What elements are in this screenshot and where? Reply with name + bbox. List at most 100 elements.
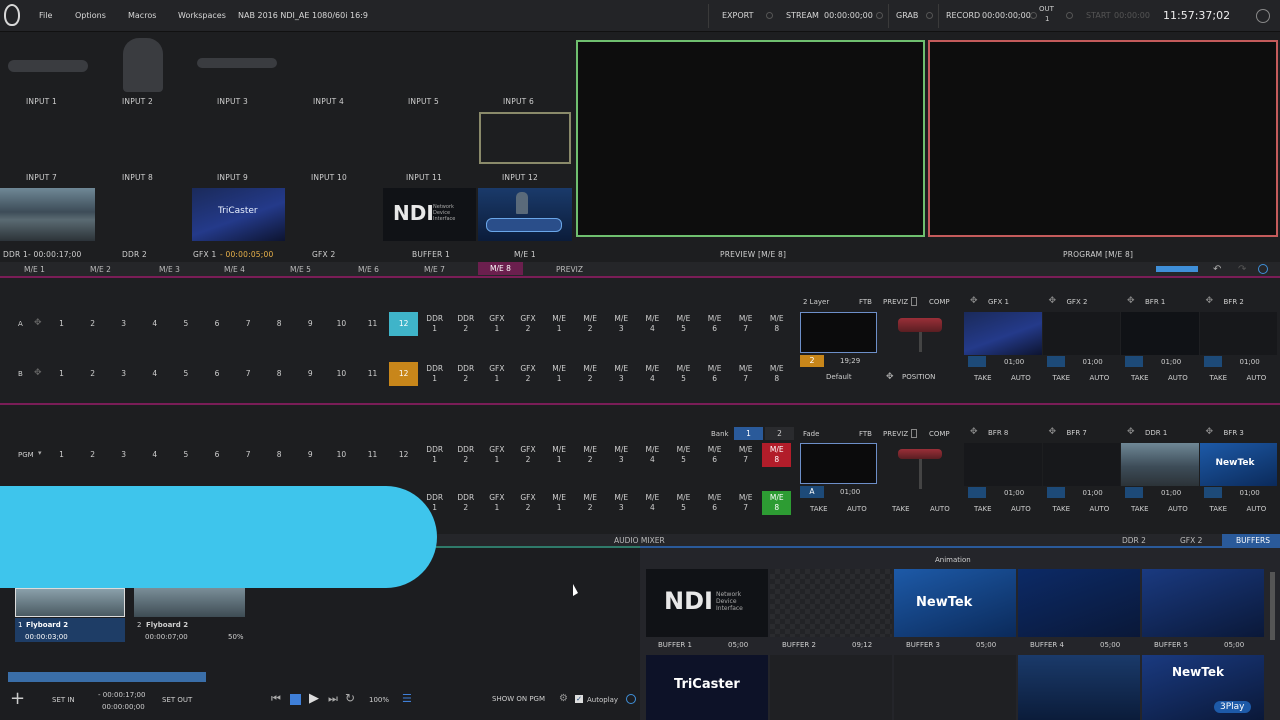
- program-row-source-1-button[interactable]: DDR 2: [451, 443, 480, 467]
- me-dsk-1-label[interactable]: GFX 2: [1067, 298, 1088, 306]
- main-dsk-1-thumbnail[interactable]: [1042, 443, 1120, 486]
- main-dsk-2-thumbnail[interactable]: [1121, 443, 1199, 486]
- main-dsk-1-label[interactable]: BFR 7: [1067, 429, 1087, 437]
- main-take-button[interactable]: TAKE: [810, 505, 828, 513]
- input-2-thumbnail[interactable]: [99, 36, 189, 94]
- position-button[interactable]: POSITION: [902, 373, 935, 381]
- main-dsk-1-position-icon[interactable]: ✥: [1049, 427, 1057, 437]
- main-dsk-3-label[interactable]: BFR 3: [1224, 429, 1244, 437]
- gfx1-thumbnail[interactable]: TriCaster: [192, 188, 285, 241]
- row-a-input-8-button[interactable]: 8: [265, 312, 294, 336]
- bank-2-button[interactable]: 2: [765, 427, 794, 440]
- program-row-input-11-button[interactable]: 11: [358, 443, 387, 467]
- row-b-source-9-button[interactable]: M/E 6: [700, 362, 729, 386]
- preview-row-source-2-button[interactable]: GFX 1: [482, 491, 511, 515]
- tab-me7[interactable]: M/E 7: [424, 265, 445, 274]
- autoplay-checkbox[interactable]: ✓: [575, 695, 583, 703]
- row-b-input-11-button[interactable]: 11: [358, 362, 387, 386]
- playlist-icon[interactable]: ☰: [402, 692, 412, 705]
- me-dsk-0-a-button[interactable]: [968, 356, 986, 367]
- preview-row-source-10-button[interactable]: M/E 7: [731, 491, 760, 515]
- program-row-source-2-button[interactable]: GFX 1: [482, 443, 511, 467]
- buffer1-thumbnail[interactable]: NDI Network Device Interface: [383, 188, 476, 241]
- preview-row-source-4-button[interactable]: M/E 1: [545, 491, 574, 515]
- transition-type[interactable]: Fade: [803, 430, 819, 438]
- tab-buffers[interactable]: BUFFERS: [1222, 534, 1280, 547]
- row-b-source-4-button[interactable]: M/E 1: [545, 362, 574, 386]
- program-row-source-4-button[interactable]: M/E 1: [545, 443, 574, 467]
- position-icon[interactable]: ✥: [886, 372, 894, 382]
- show-on-pgm-button[interactable]: SHOW ON PGM: [492, 695, 545, 703]
- buffer-4-thumbnail[interactable]: [1018, 569, 1140, 637]
- row-a-input-3-button[interactable]: 3: [109, 312, 138, 336]
- row-b-input-2-button[interactable]: 2: [78, 362, 107, 386]
- main-previz-button[interactable]: PREVIZ: [883, 430, 908, 438]
- tab-me8[interactable]: M/E 8: [478, 262, 523, 275]
- transition-preview[interactable]: [800, 312, 877, 353]
- row-b-source-2-button[interactable]: GFX 1: [482, 362, 511, 386]
- row-a-input-9-button[interactable]: 9: [296, 312, 325, 336]
- program-row-input-12-button[interactable]: 12: [389, 443, 418, 467]
- me-dsk-2-a-button[interactable]: [1125, 356, 1143, 367]
- clip-1-thumbnail[interactable]: [15, 588, 125, 617]
- main-dsk-2-auto-button[interactable]: AUTO: [1168, 505, 1188, 513]
- globe-icon[interactable]: [1256, 9, 1270, 23]
- tricaster-logo[interactable]: [4, 4, 20, 26]
- row-b-input-9-button[interactable]: 9: [296, 362, 325, 386]
- preview-row-source-9-button[interactable]: M/E 6: [700, 491, 729, 515]
- row-a-input-6-button[interactable]: 6: [203, 312, 232, 336]
- me-dsk-3-take-button[interactable]: TAKE: [1210, 374, 1228, 382]
- me-dsk-1-position-icon[interactable]: ✥: [1049, 296, 1057, 306]
- set-out-button[interactable]: SET OUT: [162, 696, 192, 704]
- preview-row-source-1-button[interactable]: DDR 2: [451, 491, 480, 515]
- row-b-input-7-button[interactable]: 7: [234, 362, 263, 386]
- main-dsk-0-thumbnail[interactable]: [964, 443, 1042, 486]
- record-settings-icon[interactable]: [1030, 12, 1037, 19]
- t-bar-slider[interactable]: [898, 318, 942, 332]
- row-b-input-12-button[interactable]: 12: [389, 362, 419, 386]
- program-row-input-4-button[interactable]: 4: [140, 443, 169, 467]
- main-ftb-button[interactable]: FTB: [859, 430, 872, 438]
- bank-1-button[interactable]: 1: [734, 427, 763, 440]
- row-a-source-9-button[interactable]: M/E 6: [700, 312, 729, 336]
- program-row-input-2-button[interactable]: 2: [78, 443, 107, 467]
- tab-audio-mixer[interactable]: AUDIO MIXER: [614, 536, 665, 545]
- main-comp-button[interactable]: COMP: [929, 430, 950, 438]
- preview-row-source-8-button[interactable]: M/E 5: [669, 491, 698, 515]
- main-dsk-0-position-icon[interactable]: ✥: [970, 427, 978, 437]
- stream-button[interactable]: STREAM: [786, 11, 819, 20]
- program-row-input-7-button[interactable]: 7: [234, 443, 263, 467]
- me-dsk-2-position-icon[interactable]: ✥: [1127, 296, 1135, 306]
- stop-icon[interactable]: [290, 694, 301, 705]
- row-a-source-5-button[interactable]: M/E 2: [576, 312, 605, 336]
- program-monitor[interactable]: [928, 40, 1278, 237]
- row-a-source-4-button[interactable]: M/E 1: [545, 312, 574, 336]
- tab-me5[interactable]: M/E 5: [290, 265, 311, 274]
- me-dsk-1-auto-button[interactable]: AUTO: [1090, 374, 1110, 382]
- row-b-input-1-button[interactable]: 1: [47, 362, 76, 386]
- menu-options[interactable]: Options: [75, 11, 106, 20]
- ddr-info-icon[interactable]: [626, 694, 636, 704]
- row-b-source-11-button[interactable]: M/E 8: [762, 362, 791, 386]
- play-icon[interactable]: ▶: [309, 691, 319, 706]
- previz-button[interactable]: PREVIZ: [883, 298, 908, 306]
- layer-mode-label[interactable]: 2 Layer: [803, 298, 829, 306]
- main-dsk-0-label[interactable]: BFR 8: [988, 429, 1008, 437]
- buffer-5-thumbnail[interactable]: [1142, 569, 1264, 637]
- comp-button[interactable]: COMP: [929, 298, 950, 306]
- redo-icon[interactable]: ↷: [1238, 264, 1246, 275]
- main-dsk-2-label[interactable]: DDR 1: [1145, 429, 1167, 437]
- main-dsk-0-a-button[interactable]: [968, 487, 986, 498]
- main-dsk-2-a-button[interactable]: [1125, 487, 1143, 498]
- row-a-input-11-button[interactable]: 11: [358, 312, 387, 336]
- me-dsk-1-a-button[interactable]: [1046, 356, 1065, 367]
- me-dsk-1-take-button[interactable]: TAKE: [1053, 374, 1071, 382]
- row-b-source-0-button[interactable]: DDR 1: [420, 362, 449, 386]
- tab-gfx2[interactable]: GFX 2: [1180, 536, 1202, 545]
- stream-settings-icon[interactable]: [876, 12, 883, 19]
- row-a-input-10-button[interactable]: 10: [327, 312, 356, 336]
- buffer-row2-3-thumbnail[interactable]: [894, 655, 1016, 720]
- row-b-input-8-button[interactable]: 8: [265, 362, 294, 386]
- row-a-position-icon[interactable]: ✥: [34, 318, 42, 328]
- main-dsk-0-auto-button[interactable]: AUTO: [1011, 505, 1031, 513]
